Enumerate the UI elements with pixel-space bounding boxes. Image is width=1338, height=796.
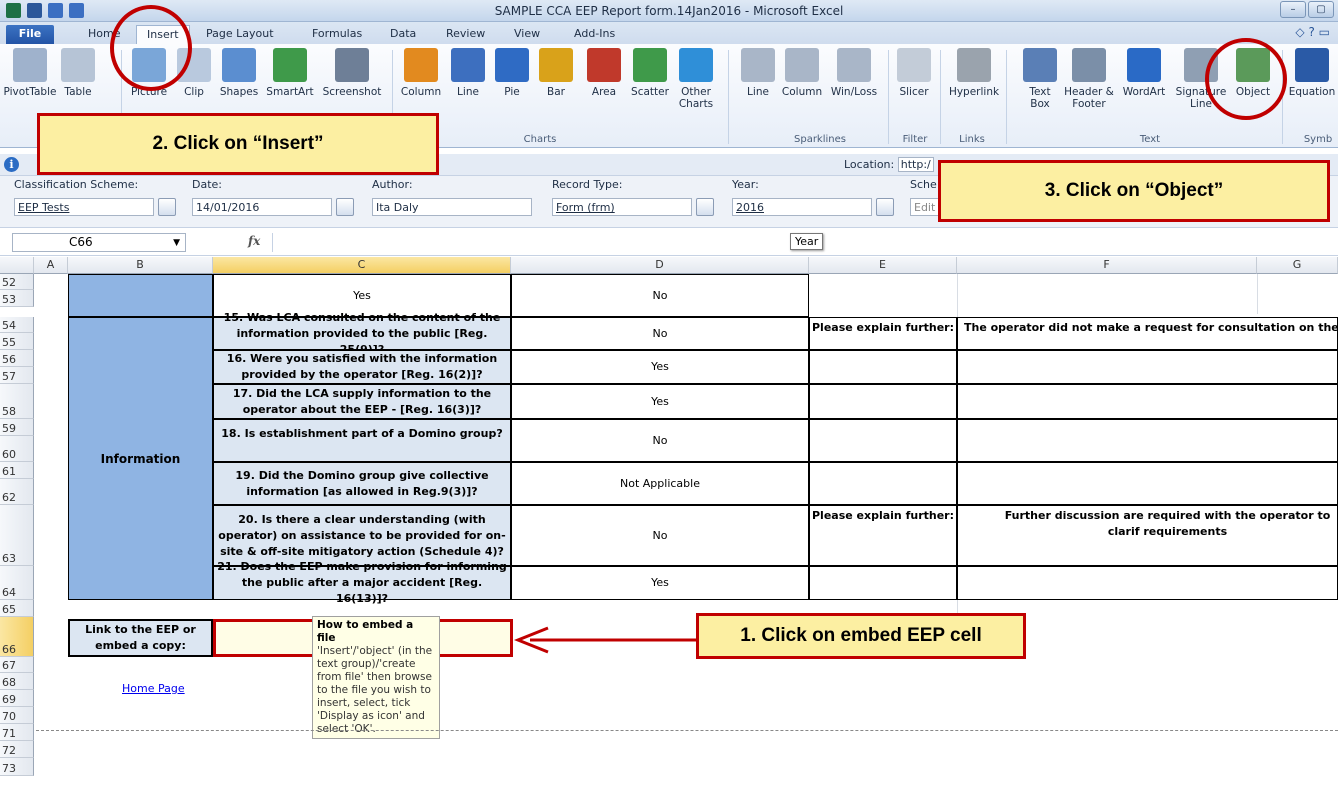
callout-step-2: 2. Click on “Insert”	[37, 113, 439, 175]
callout-step-3: 3. Click on “Object”	[938, 160, 1330, 222]
highlight-circle-object	[1205, 38, 1287, 120]
highlight-circle-insert	[110, 5, 192, 91]
callout-step-1: 1. Click on embed EEP cell	[696, 613, 1026, 659]
